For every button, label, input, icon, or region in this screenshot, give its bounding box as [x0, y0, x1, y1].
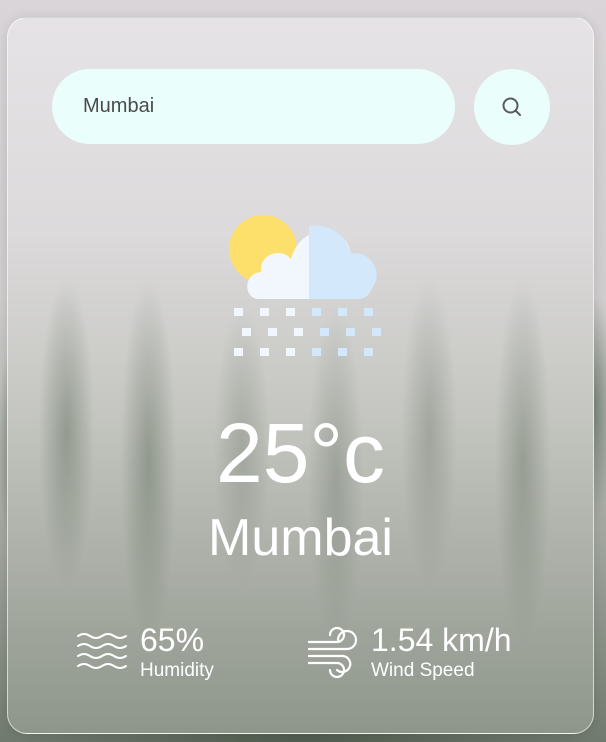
search-button[interactable]: [474, 69, 550, 145]
humidity-text: 65% Humidity: [140, 623, 214, 683]
rain-drops: [234, 308, 303, 356]
wind-icon: [307, 626, 358, 679]
wind-stat: 1.54 km/h Wind Speed: [307, 623, 512, 683]
rain-cloud-sun-icon: [229, 215, 381, 356]
humidity-value: 65%: [140, 622, 205, 658]
humidity-waves-icon: [77, 633, 127, 669]
humidity-label: Humidity: [140, 660, 214, 681]
wind-text: 1.54 km/h Wind Speed: [371, 623, 512, 683]
search-input[interactable]: [52, 69, 455, 144]
search-icon: [502, 97, 521, 116]
temperature: 25°c: [215, 406, 386, 500]
wind-value: 1.54 km/h: [371, 622, 512, 658]
city-name: Mumbai: [208, 509, 393, 567]
weather-card: 25°c Mumbai 65% Humidity: [7, 17, 594, 734]
humidity-stat: 65% Humidity: [76, 623, 214, 683]
wind-label: Wind Speed: [371, 660, 475, 681]
